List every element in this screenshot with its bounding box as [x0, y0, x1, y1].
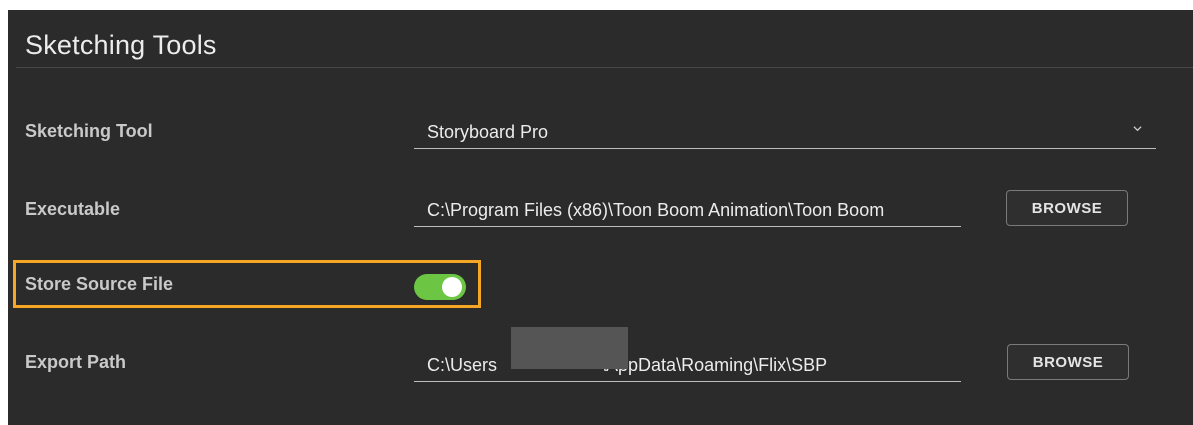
executable-browse-button[interactable]: BROWSE [1006, 190, 1128, 226]
sketching-tool-label: Sketching Tool [25, 121, 153, 141]
settings-panel: Sketching Tools Sketching Tool Storyboar… [8, 10, 1193, 425]
title-divider [16, 67, 1193, 68]
export-path-prefix: C:\Users [427, 355, 498, 375]
export-path-suffix: \AppData\Roaming\Flix\SBP [601, 355, 828, 375]
section-title: Sketching Tools [25, 30, 217, 60]
executable-label: Executable [25, 199, 121, 219]
executable-field[interactable]: C:\Program Files (x86)\Toon Boom Animati… [414, 190, 961, 227]
store-source-toggle[interactable] [414, 274, 466, 300]
chevron-down-icon [1133, 126, 1142, 132]
sketching-tool-dropdown[interactable]: Storyboard Pro [414, 112, 1156, 149]
executable-value: C:\Program Files (x86)\Toon Boom Animati… [427, 200, 885, 220]
redacted-username [511, 327, 628, 369]
sketching-tool-value: Storyboard Pro [427, 122, 549, 142]
store-source-label: Store Source File [25, 274, 174, 294]
export-path-browse-button[interactable]: BROWSE [1007, 344, 1129, 380]
export-path-field[interactable]: C:\Users \AppData\Roaming\Flix\SBP [414, 327, 961, 382]
export-path-label: Export Path [25, 352, 127, 372]
toggle-knob [442, 277, 462, 297]
